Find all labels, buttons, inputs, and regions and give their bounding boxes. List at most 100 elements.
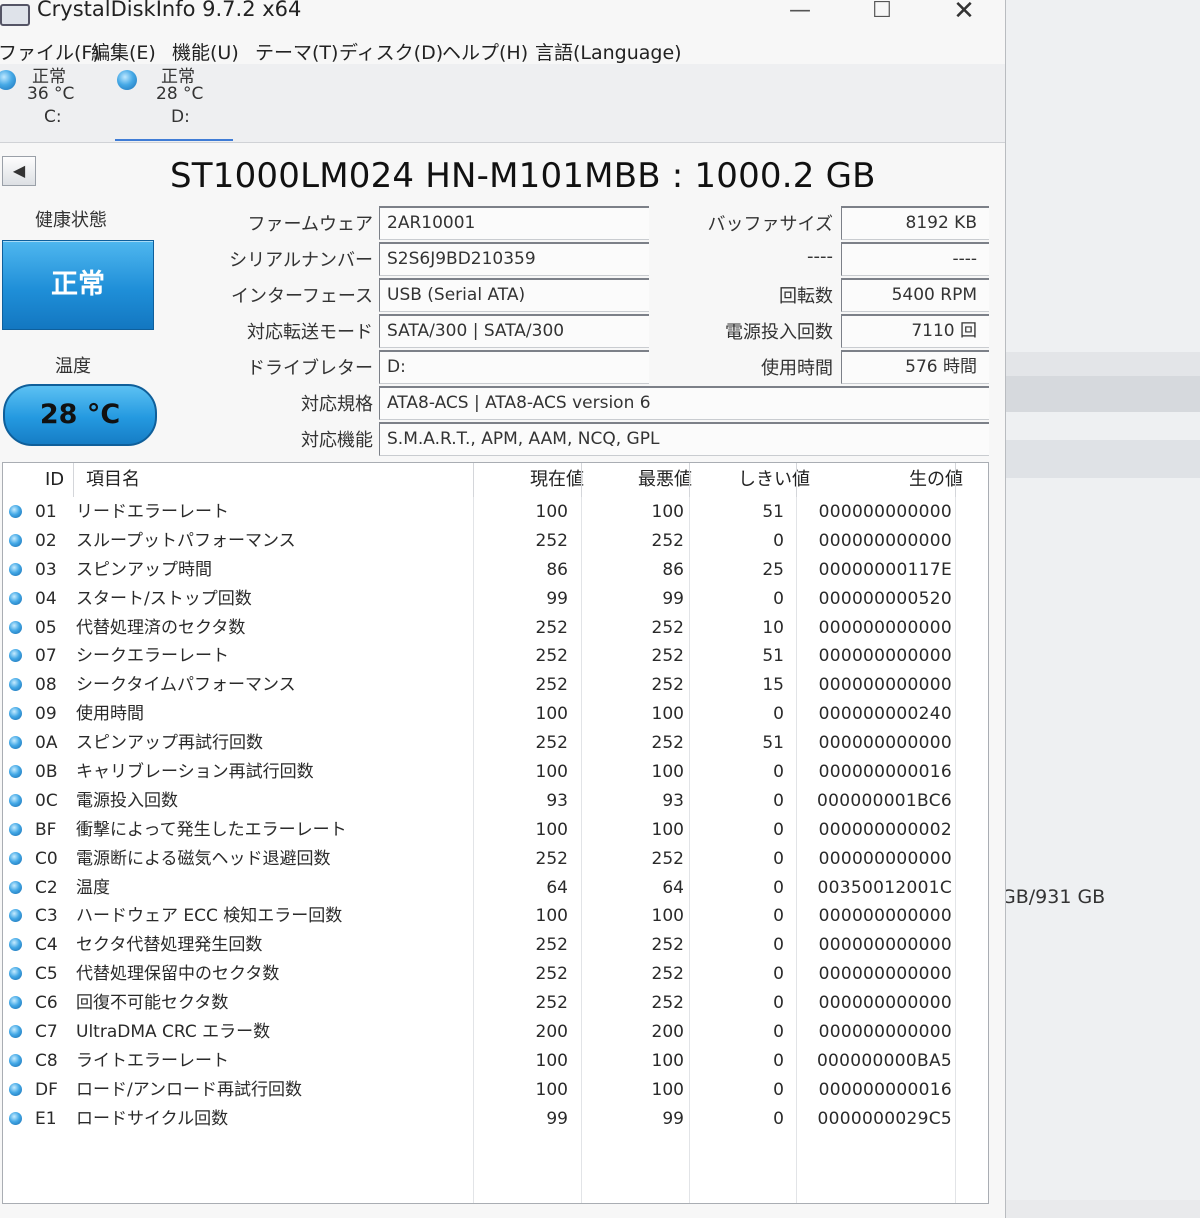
attribute-id: 07 <box>35 646 57 667</box>
maximize-button[interactable]: ☐ <box>862 0 902 26</box>
raw-value: 000000000000 <box>818 646 952 667</box>
table-row[interactable]: E1 ロードサイクル回数 99 99 0 0000000029C5 <box>3 1104 988 1133</box>
standard-label: 対応規格 <box>301 394 373 415</box>
interface-label: インターフェース <box>230 286 373 307</box>
header-divider <box>73 463 74 497</box>
attribute-id: BF <box>35 819 57 840</box>
attribute-name: UltraDMA CRC エラー数 <box>76 1022 271 1043</box>
table-row[interactable]: BF 衝撃によって発生したエラーレート 100 100 0 000000000002 <box>3 815 988 844</box>
menu-edit[interactable]: 編集(E) <box>91 38 156 65</box>
rotation-field: 5400 RPM <box>841 278 989 312</box>
attribute-name: スピンアップ時間 <box>76 559 212 580</box>
table-row[interactable]: 03 スピンアップ時間 86 86 25 00000000117E <box>3 555 988 584</box>
menu-function[interactable]: 機能(U) <box>172 38 239 65</box>
current-value: 252 <box>535 646 568 667</box>
menu-disk[interactable]: ディスク(D) <box>339 38 443 65</box>
temperature-value[interactable]: 28 °C <box>3 384 157 446</box>
drive-letter-field: D: <box>379 350 649 384</box>
table-row[interactable]: 07 シークエラーレート 252 252 51 000000000000 <box>3 641 988 670</box>
drive-tab-c[interactable]: 正常 36 °C C: <box>0 64 110 138</box>
raw-value: 000000000000 <box>818 617 952 638</box>
title-bar[interactable]: CrystalDiskInfo 9.7.2 x64 — ☐ ✕ <box>0 0 1005 30</box>
drive-letter: C: <box>44 107 62 127</box>
table-row[interactable]: C7 UltraDMA CRC エラー数 200 200 0 000000000000 <box>3 1017 988 1046</box>
buffer-size-label: バッファサイズ <box>707 214 833 235</box>
menu-theme[interactable]: テーマ(T) <box>255 38 338 65</box>
background-band <box>1005 376 1200 412</box>
table-row[interactable]: 05 代替処理済のセクタ数 252 252 10 000000000000 <box>3 613 988 642</box>
features-field: S.M.A.R.T., APM, AAM, NCQ, GPL <box>379 422 989 456</box>
app-disk-icon <box>0 4 30 26</box>
table-row[interactable]: C3 ハードウェア ECC 検知エラー回数 100 100 0 000000000000 <box>3 901 988 930</box>
table-row[interactable]: 04 スタート/ストップ回数 99 99 0 000000000520 <box>3 584 988 613</box>
header-worst[interactable]: 最悪値 <box>638 463 692 497</box>
status-dot-icon <box>9 967 22 981</box>
status-dot-icon <box>9 649 22 663</box>
current-value: 100 <box>535 502 568 522</box>
status-dot-icon <box>9 707 22 721</box>
menu-help[interactable]: ヘルプ(H) <box>442 38 528 65</box>
worst-value: 252 <box>651 733 684 754</box>
table-row[interactable]: 0C 電源投入回数 93 93 0 000000001BC6 <box>3 786 988 815</box>
header-divider <box>473 463 474 497</box>
table-row[interactable]: 01 リードエラーレート 100 100 51 000000000000 <box>3 497 988 526</box>
health-status-button[interactable]: 正常 <box>2 240 154 330</box>
close-button[interactable]: ✕ <box>944 0 984 26</box>
table-row[interactable]: 0B キャリブレーション再試行回数 100 100 0 000000000016 <box>3 757 988 786</box>
threshold-value: 0 <box>773 588 784 609</box>
attribute-name: 回復不可能セクタ数 <box>76 993 229 1014</box>
minimize-button[interactable]: — <box>780 0 820 26</box>
raw-value: 000000000016 <box>818 762 952 783</box>
smart-table[interactable]: ID 項目名 現在値 最悪値 しきい値 生の値 01 リードエラーレート 100 10… <box>2 462 989 1204</box>
attribute-name: スピンアップ再試行回数 <box>76 733 263 754</box>
table-row[interactable]: C4 セクタ代替処理発生回数 252 252 0 000000000000 <box>3 930 988 959</box>
table-row[interactable]: C2 温度 64 64 0 00350012001C <box>3 873 988 902</box>
drive-tab-d[interactable]: 正常 28 °C D: <box>115 64 235 138</box>
table-row[interactable]: C0 電源断による磁気ヘッド退避回数 252 252 0 000000000000 <box>3 844 988 873</box>
table-row[interactable]: 0A スピンアップ再試行回数 252 252 51 000000000000 <box>3 728 988 757</box>
header-name[interactable]: 項目名 <box>86 463 140 497</box>
table-row[interactable]: 09 使用時間 100 100 0 000000000240 <box>3 699 988 728</box>
previous-disk-button[interactable]: ◀ <box>2 156 36 186</box>
attribute-id: 03 <box>35 559 57 580</box>
drive-status-icon <box>117 70 137 90</box>
selected-drive-indicator <box>115 139 233 141</box>
table-row[interactable]: C5 代替処理保留中のセクタ数 252 252 0 000000000000 <box>3 959 988 988</box>
menu-file[interactable]: ファイル(F) <box>0 38 100 65</box>
table-row[interactable]: 08 シークタイムパフォーマンス 252 252 15 000000000000 <box>3 670 988 699</box>
table-row[interactable]: C8 ライトエラーレート 100 100 0 000000000BA5 <box>3 1046 988 1075</box>
attribute-name: シークエラーレート <box>76 646 229 667</box>
raw-value: 000000000000 <box>818 530 952 551</box>
header-divider <box>581 463 582 497</box>
worst-value: 252 <box>651 675 684 696</box>
serial-field: S2S6J9BD210359 <box>379 242 649 276</box>
threshold-value: 15 <box>762 675 784 696</box>
current-value: 100 <box>535 906 568 927</box>
status-dot-icon <box>9 880 22 894</box>
status-dot-icon <box>9 1053 22 1067</box>
header-current[interactable]: 現在値 <box>530 463 584 497</box>
temperature-label: 温度 <box>55 356 91 377</box>
table-row[interactable]: DF ロード/アンロード再試行回数 100 100 0 000000000016 <box>3 1075 988 1104</box>
background-volume-text: GB/931 GB <box>1001 886 1106 908</box>
worst-value: 252 <box>651 617 684 638</box>
table-row[interactable]: C6 回復不可能セクタ数 252 252 0 000000000000 <box>3 988 988 1017</box>
attribute-id: 0B <box>35 762 58 783</box>
raw-value: 00000000117E <box>818 559 952 580</box>
current-value: 100 <box>535 762 568 783</box>
worst-value: 100 <box>651 762 684 783</box>
attribute-id: E1 <box>35 1108 57 1129</box>
blank-field: ---- <box>841 242 989 276</box>
power-on-count-label: 電源投入回数 <box>725 322 833 343</box>
table-row[interactable]: 02 スループットパフォーマンス 252 252 0 000000000000 <box>3 526 988 555</box>
status-dot-icon <box>9 678 22 692</box>
current-value: 252 <box>535 935 568 956</box>
worst-value: 100 <box>651 502 684 522</box>
arrow-left-icon: ◀ <box>12 161 26 180</box>
threshold-value: 0 <box>773 704 784 725</box>
status-dot-icon <box>9 620 22 634</box>
header-id[interactable]: ID <box>45 463 64 497</box>
drive-temp: 36 °C <box>27 84 75 104</box>
header-threshold[interactable]: しきい値 <box>738 463 810 497</box>
menu-language[interactable]: 言語(Language) <box>535 38 682 65</box>
